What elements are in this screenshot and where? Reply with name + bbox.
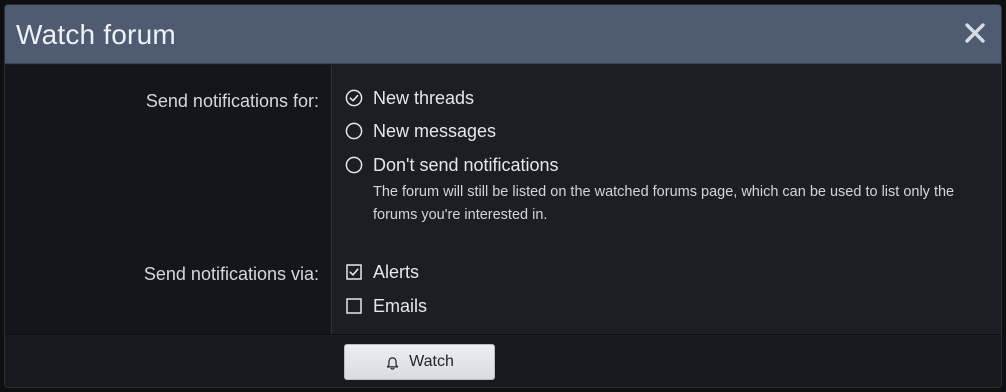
checkbox-checked-icon [346,264,362,280]
dialog-title: Watch forum [16,19,176,50]
notifications-for-label: Send notifications for: [145,91,319,111]
watch-button[interactable]: Watch [344,344,495,380]
radio-new-threads-label: New threads [373,87,475,108]
checkbox-emails-label: Emails [373,295,428,316]
close-icon [965,23,985,43]
dont-send-hint: The forum will still be listed on the wa… [373,184,955,223]
label-column: Send notifications for: Send notificatio… [5,65,332,334]
radio-new-messages[interactable]: New messages [345,120,496,142]
dialog-header: Watch forum [5,5,1001,64]
options-column: New threads New messages Don't send noti… [333,65,1001,334]
close-button[interactable] [961,18,989,48]
checkbox-alerts[interactable]: Alerts [345,261,419,283]
radio-checked-icon [345,89,363,107]
radio-unchecked-icon [345,122,363,140]
checkbox-alerts-label: Alerts [373,261,420,282]
radio-unchecked-icon [345,156,363,174]
checkbox-emails[interactable]: Emails [345,295,427,317]
watch-button-label: Watch [409,353,454,370]
notifications-via-label: Send notifications via: [143,264,319,284]
dialog-body: Send notifications for: Send notificatio… [5,65,1001,335]
radio-dont-send[interactable]: Don't send notifications [345,154,559,176]
radio-new-messages-label: New messages [373,120,497,141]
dialog-footer: Watch [5,336,1001,387]
checkbox-unchecked-icon [346,298,362,314]
bell-icon [386,357,399,370]
watch-forum-dialog: Watch forum Send notifications for: Send… [4,4,1002,388]
radio-dont-send-label: Don't send notifications [373,154,559,175]
radio-new-threads[interactable]: New threads [345,87,474,109]
